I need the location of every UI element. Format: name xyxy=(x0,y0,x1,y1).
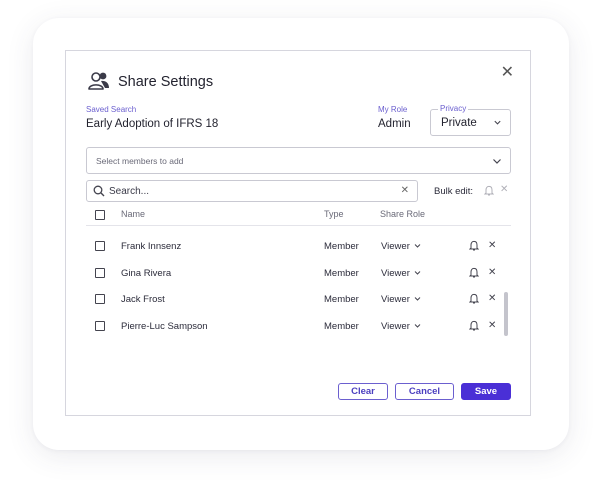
my-role-value: Admin xyxy=(378,118,411,130)
table-scrollbar[interactable] xyxy=(504,292,508,336)
remove-member-icon[interactable]: ✕ xyxy=(488,240,496,251)
my-role-label: My Role xyxy=(378,105,408,114)
share-role-value: Viewer xyxy=(381,294,410,305)
search-placeholder: Search... xyxy=(109,186,150,197)
cancel-button[interactable]: Cancel xyxy=(395,383,454,400)
chevron-down-icon xyxy=(494,120,501,125)
select-all-checkbox[interactable] xyxy=(95,210,105,220)
member-type: Member xyxy=(324,241,359,252)
share-settings-dialog: Share Settings ✕ Saved Search Early Adop… xyxy=(65,50,531,416)
share-role-value: Viewer xyxy=(381,321,410,332)
saved-search-label: Saved Search xyxy=(86,105,137,114)
member-type: Member xyxy=(324,321,359,332)
dialog-title: Share Settings xyxy=(118,74,214,90)
header-divider xyxy=(86,225,511,226)
saved-search-value: Early Adoption of IFRS 18 xyxy=(86,118,219,130)
close-icon[interactable]: ✕ xyxy=(501,62,514,82)
remove-member-icon[interactable]: ✕ xyxy=(488,293,496,304)
row-checkbox[interactable] xyxy=(95,294,105,304)
share-role-value: Viewer xyxy=(381,268,410,279)
bell-icon[interactable] xyxy=(469,267,479,278)
column-header-share-role: Share Role xyxy=(380,209,426,219)
member-name: Gina Rivera xyxy=(121,268,172,279)
member-name: Jack Frost xyxy=(121,294,165,305)
share-role-select[interactable]: Viewer xyxy=(381,268,421,279)
privacy-label: Privacy xyxy=(438,104,469,114)
bell-icon[interactable] xyxy=(469,320,479,331)
share-role-value: Viewer xyxy=(381,241,410,252)
member-type: Member xyxy=(324,294,359,305)
bulk-edit-label: Bulk edit: xyxy=(434,186,474,197)
clear-search-icon[interactable]: ✕ xyxy=(401,185,409,196)
member-type: Member xyxy=(324,268,359,279)
bell-icon[interactable] xyxy=(484,185,494,196)
chevron-down-icon xyxy=(414,244,421,249)
bulk-remove-icon[interactable]: ✕ xyxy=(500,184,508,195)
search-icon xyxy=(93,185,105,197)
share-role-select[interactable]: Viewer xyxy=(381,294,421,305)
privacy-value: Private xyxy=(441,117,477,129)
member-name: Pierre-Luc Sampson xyxy=(121,321,208,332)
remove-member-icon[interactable]: ✕ xyxy=(488,267,496,278)
clear-button[interactable]: Clear xyxy=(338,383,388,400)
users-icon xyxy=(88,72,109,90)
select-members-dropdown[interactable]: Select members to add xyxy=(86,147,511,174)
remove-member-icon[interactable]: ✕ xyxy=(488,320,496,331)
select-members-placeholder: Select members to add xyxy=(96,156,184,166)
column-header-type: Type xyxy=(324,209,344,219)
row-checkbox[interactable] xyxy=(95,321,105,331)
chevron-down-icon xyxy=(414,297,421,302)
chevron-down-icon xyxy=(493,159,501,164)
chevron-down-icon xyxy=(414,271,421,276)
bell-icon[interactable] xyxy=(469,293,479,304)
member-name: Frank Innsenz xyxy=(121,241,182,252)
column-header-name: Name xyxy=(121,209,146,219)
search-input[interactable]: Search... ✕ xyxy=(86,180,418,202)
chevron-down-icon xyxy=(414,324,421,329)
share-role-select[interactable]: Viewer xyxy=(381,321,421,332)
row-checkbox[interactable] xyxy=(95,268,105,278)
save-button[interactable]: Save xyxy=(461,383,511,400)
share-role-select[interactable]: Viewer xyxy=(381,241,421,252)
row-checkbox[interactable] xyxy=(95,241,105,251)
privacy-select[interactable]: Privacy Private xyxy=(430,104,511,136)
bell-icon[interactable] xyxy=(469,240,479,251)
